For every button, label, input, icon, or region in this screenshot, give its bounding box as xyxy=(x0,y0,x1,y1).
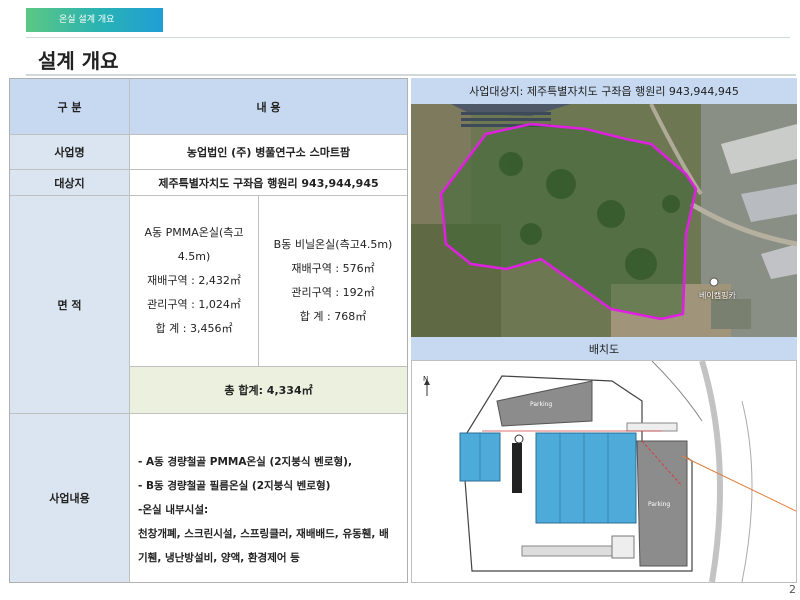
site-value: 제주특별자치도 구좌읍 행원리 943,944,945 xyxy=(130,170,407,196)
area-a-management: 관리구역 : 1,024㎡ xyxy=(147,298,241,311)
page-title: 설계 개요 xyxy=(38,49,119,73)
area-b-subtotal: 합 계 : 768㎡ xyxy=(299,310,367,323)
parking-label-top: Parking xyxy=(530,401,553,408)
header-divider xyxy=(26,37,790,38)
business-label: 사업내용 xyxy=(10,414,130,582)
business-content: - A동 경량철골 PMMA온실 (2지붕식 벤로형), - B동 경량철골 필… xyxy=(130,414,407,582)
area-b-block: B동 비닐온실(측고4.5m) 재배구역 : 576㎡ 관리구역 : 192㎡ … xyxy=(259,196,407,367)
aerial-svg xyxy=(411,104,797,337)
section-tag: 온실 설계 개요 xyxy=(26,8,163,32)
layout-plan-heading: 배치도 xyxy=(411,337,797,360)
business-line: - B동 경량철골 필름온실 (2지붕식 벤로형) xyxy=(138,480,331,492)
site-map-heading: 사업대상지: 제주특별자치도 구좌읍 행원리 943,944,945 xyxy=(411,78,797,104)
area-b-title: B동 비닐온실(측고4.5m) xyxy=(273,238,393,251)
project-name-label: 사업명 xyxy=(10,135,130,170)
col-header-category: 구 분 xyxy=(10,79,130,135)
area-b-cultivation: 재배구역 : 576㎡ xyxy=(291,262,375,275)
page-number: 2 xyxy=(789,583,796,596)
title-underline xyxy=(26,74,796,76)
area-b-management: 관리구역 : 192㎡ xyxy=(291,286,375,299)
area-a-block: A동 PMMA온실(측고4.5m) 재배구역 : 2,432㎡ 관리구역 : 1… xyxy=(130,196,259,367)
area-a-cultivation: 재배구역 : 2,432㎡ xyxy=(147,274,241,287)
greenhouse-a xyxy=(535,432,637,524)
col-header-content: 내 용 xyxy=(130,79,407,135)
map-pin-icon xyxy=(709,277,719,287)
project-name-value: 농업법인 (주) 병풀연구소 스마트팜 xyxy=(130,135,407,170)
north-label: N xyxy=(423,375,429,383)
aerial-photo: 베이캠핑카 xyxy=(411,104,797,337)
plan-svg xyxy=(424,361,796,582)
layout-plan-drawing: N Parking Parking xyxy=(411,360,797,583)
business-line: -온실 내부시설: xyxy=(138,504,209,516)
site-label: 대상지 xyxy=(10,170,130,196)
business-line: 기휀, 냉난방설비, 양액, 환경제어 등 xyxy=(138,552,300,564)
parking-label-right: Parking xyxy=(648,501,671,508)
area-a-subtotal: 합 계 : 3,456㎡ xyxy=(155,322,233,335)
area-total: 총 합계: 4,334㎡ xyxy=(130,367,407,414)
area-a-title: A동 PMMA온실(측고4.5m) xyxy=(144,226,244,263)
area-label: 면 적 xyxy=(10,196,130,414)
overview-table: 구 분 내 용 사업명 농업법인 (주) 병풀연구소 스마트팜 대상지 제주특별… xyxy=(9,78,408,583)
business-line: 천창개폐, 스크린시설, 스프링클러, 재배배드, 유동휀, 배 xyxy=(138,528,389,540)
place-label: 베이캠핑카 xyxy=(699,291,736,300)
business-line: - A동 경량철골 PMMA온실 (2지붕식 벤로형), xyxy=(138,456,352,468)
